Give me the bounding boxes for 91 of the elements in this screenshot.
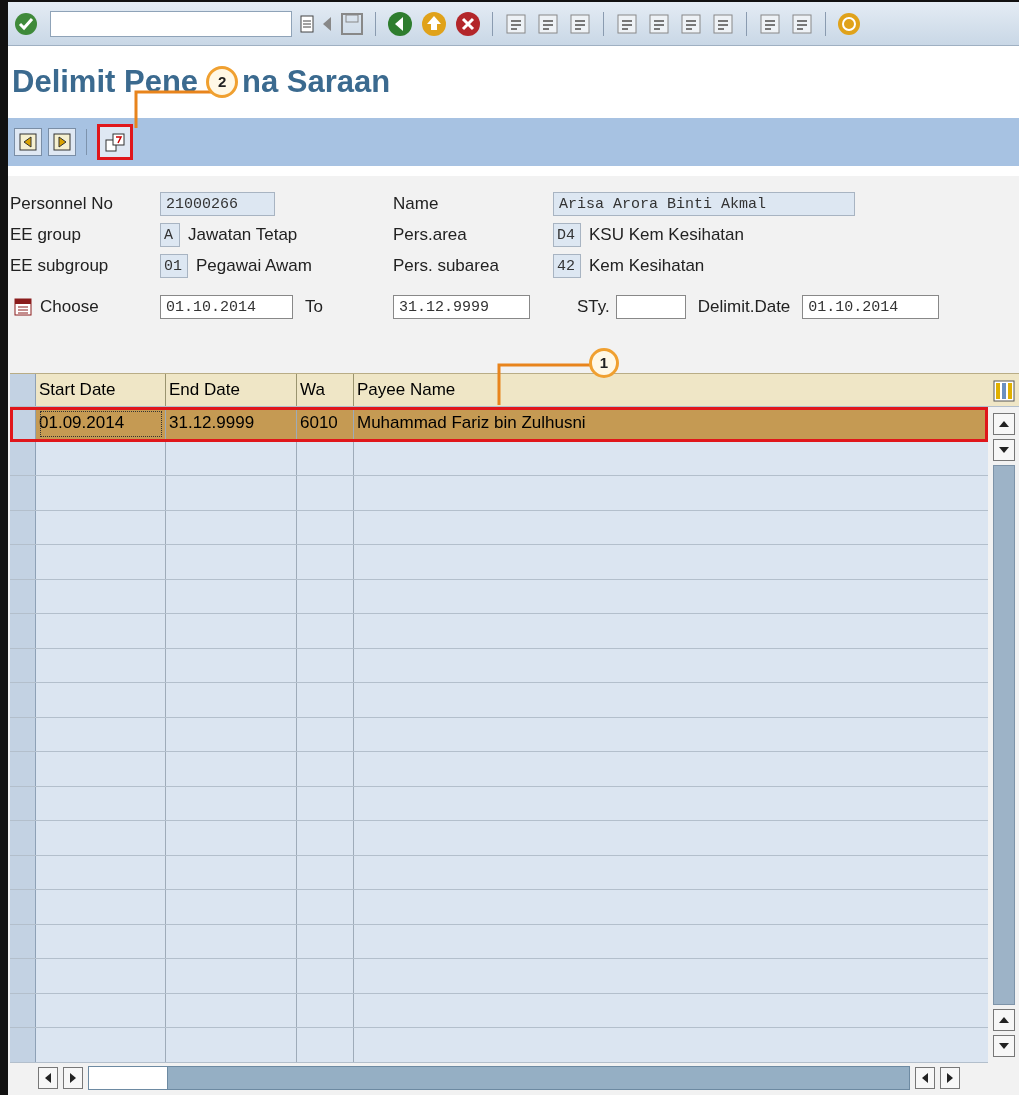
table-cell-text: Muhammad Fariz bin Zulhusni	[356, 412, 587, 434]
row-selector[interactable]	[10, 579, 36, 613]
left-triangle-icon[interactable]	[322, 15, 332, 32]
field-label: Personnel No	[9, 193, 114, 214]
pers-area-field: D4	[553, 222, 581, 247]
sty-label: STy.	[577, 297, 610, 317]
choose-from-field[interactable]: 01.10.2014	[160, 295, 293, 319]
down-arrow-icon	[998, 446, 1009, 454]
row-selector[interactable]	[10, 993, 36, 1027]
next-entry-button[interactable]	[48, 128, 76, 156]
field-label: EE subgroup	[9, 255, 110, 276]
select-all-cell[interactable]	[10, 374, 36, 406]
row-selector[interactable]	[10, 959, 36, 993]
row-selector[interactable]	[10, 545, 36, 579]
row-selector[interactable]	[10, 648, 36, 682]
column-header[interactable]: Start Date	[36, 374, 166, 406]
pers-area-text: KSU Kem Kesihatan	[589, 224, 744, 245]
callout-marker: 2	[206, 66, 239, 98]
field-label: Pers. subarea	[393, 255, 500, 276]
ee-subgroup-field: 01	[160, 253, 188, 278]
row-selector[interactable]	[10, 924, 36, 958]
back-icon[interactable]	[387, 10, 413, 37]
up-arrow-icon	[998, 1016, 1009, 1024]
screen-title: Delimit Pene	[12, 64, 199, 100]
delimit-button[interactable]	[97, 124, 133, 160]
scroll-up-button[interactable]	[992, 1009, 1015, 1031]
ee-subgroup-text: Pegawai Awam	[196, 255, 312, 276]
right-arrow-icon	[946, 1072, 954, 1083]
row-selector[interactable]	[10, 786, 36, 820]
row-selector[interactable]	[10, 717, 36, 751]
table-cell: 31.12.9999	[166, 407, 297, 441]
next-icon	[53, 133, 71, 151]
delimit-date-label: Delimit.Date	[697, 297, 791, 317]
left-arrow-icon	[44, 1072, 52, 1083]
row-selector[interactable]	[10, 510, 36, 544]
previous-icon	[19, 133, 37, 151]
field-label: Name	[393, 193, 440, 214]
field-label: EE group	[9, 224, 82, 245]
scroll-down-button[interactable]	[992, 1035, 1015, 1057]
empty-row[interactable]	[10, 441, 988, 476]
row-selector[interactable]	[10, 614, 36, 648]
delimit-icon	[105, 132, 125, 152]
personnel-number-field: 21000266	[160, 191, 275, 216]
row-selector[interactable]	[10, 752, 36, 786]
scroll-thumb[interactable]	[89, 1066, 168, 1089]
pers-subarea-text: Kem Kesihatan	[589, 255, 705, 276]
table-cell: 01.09.2014	[36, 407, 166, 441]
to-label: To	[305, 297, 323, 317]
enter-icon[interactable]	[14, 11, 38, 36]
right-arrow-icon	[69, 1072, 77, 1083]
ee-group-field: A	[160, 222, 180, 247]
row-selector[interactable]	[10, 855, 36, 889]
name-field: Arisa Arora Binti Akmal	[553, 191, 855, 216]
table-cell: 6010	[297, 407, 354, 441]
row-selector[interactable]	[10, 407, 36, 441]
row-selector[interactable]	[10, 821, 36, 855]
scroll-right-button[interactable]	[63, 1066, 83, 1089]
column-settings-icon[interactable]	[993, 380, 1015, 402]
vertical-scrollbar[interactable]	[992, 465, 1015, 1005]
scroll-right-button[interactable]	[940, 1066, 960, 1089]
left-arrow-icon	[921, 1072, 929, 1083]
choose-to-field[interactable]: 31.12.9999	[393, 295, 530, 319]
sty-field[interactable]	[615, 295, 686, 319]
delimit-date-field[interactable]: 01.10.2014	[802, 295, 940, 319]
ee-group-text: Jawatan Tetap	[188, 224, 298, 245]
save-icon[interactable]	[340, 11, 364, 36]
row-selector[interactable]	[10, 441, 36, 475]
screen-title: na Saraan	[242, 64, 391, 100]
history-icon[interactable]	[300, 14, 314, 33]
column-header[interactable]: End Date	[166, 374, 297, 406]
choose-label: Choose	[40, 297, 99, 317]
row-selector[interactable]	[10, 890, 36, 924]
scroll-up-button[interactable]	[992, 413, 1015, 435]
table-row[interactable]: 01.09.2014 31.12.9999 6010 Muhammad Fariz bin Zulhusni	[10, 407, 988, 442]
cancel-icon[interactable]	[455, 10, 481, 37]
up-arrow-icon	[998, 420, 1009, 428]
scroll-down-button[interactable]	[992, 439, 1015, 461]
horizontal-scrollbar[interactable]	[88, 1065, 910, 1090]
row-selector[interactable]	[10, 683, 36, 717]
previous-entry-button[interactable]	[14, 128, 42, 156]
pers-subarea-field: 42	[553, 253, 581, 278]
callout-marker: 1	[589, 348, 619, 378]
field-label: Pers.area	[393, 224, 468, 245]
column-header[interactable]: Wa	[297, 374, 354, 406]
row-selector[interactable]	[10, 476, 36, 510]
exit-icon[interactable]	[421, 10, 447, 37]
scroll-left-button[interactable]	[38, 1066, 58, 1089]
calendar-icon	[14, 298, 32, 316]
scroll-left-button[interactable]	[915, 1066, 935, 1089]
down-arrow-icon	[998, 1042, 1009, 1050]
command-field[interactable]	[50, 10, 292, 37]
